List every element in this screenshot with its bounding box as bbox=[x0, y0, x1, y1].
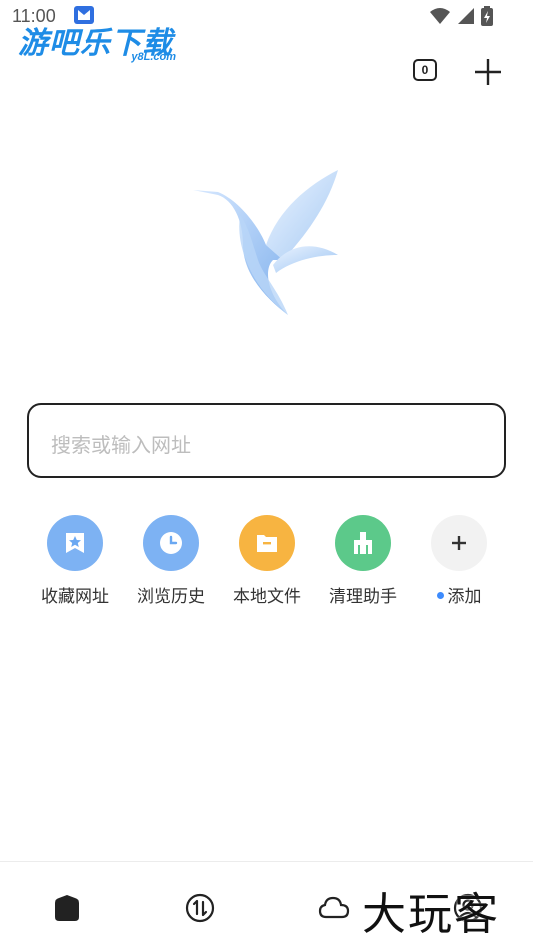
shortcut-label: 浏览历史 bbox=[137, 587, 205, 607]
nav-transfer[interactable] bbox=[182, 890, 218, 926]
nav-cloud[interactable] bbox=[316, 890, 352, 926]
new-tab-button[interactable] bbox=[472, 56, 504, 88]
shortcut-add[interactable]: 添加 bbox=[412, 515, 508, 607]
status-icons bbox=[429, 6, 493, 26]
watermark-logo: 游吧乐下载 y8L.com bbox=[18, 18, 188, 66]
new-indicator-dot bbox=[436, 591, 444, 599]
shortcut-label: 本地文件 bbox=[233, 587, 301, 607]
tab-count-button[interactable]: 0 bbox=[413, 59, 437, 81]
signal-icon bbox=[458, 8, 474, 24]
plus-icon bbox=[475, 59, 501, 85]
shortcut-history[interactable]: 浏览历史 bbox=[124, 515, 220, 607]
broom-icon bbox=[335, 515, 391, 571]
watermark-logo-sub: y8L.com bbox=[131, 51, 176, 63]
wifi-icon bbox=[430, 8, 450, 24]
transfer-icon bbox=[185, 893, 215, 923]
watermark-text: 大玩客 bbox=[362, 889, 500, 940]
folder-icon bbox=[239, 515, 295, 571]
shortcut-label: 收藏网址 bbox=[41, 587, 109, 607]
bird-logo-icon bbox=[188, 165, 348, 325]
shortcut-local-files[interactable]: 本地文件 bbox=[220, 515, 316, 607]
clock-icon bbox=[143, 515, 199, 571]
shortcut-grid: 收藏网址 浏览历史 本地文件 清理助手 添加 bbox=[28, 515, 508, 607]
cloud-icon bbox=[318, 896, 350, 919]
shortcut-bookmarks[interactable]: 收藏网址 bbox=[28, 515, 124, 607]
shortcut-add-label: 添加 bbox=[447, 587, 482, 607]
home-icon bbox=[55, 895, 79, 921]
search-input[interactable]: 搜索或输入网址 bbox=[27, 403, 506, 478]
shortcut-label: 清理助手 bbox=[329, 587, 397, 607]
plus-icon bbox=[431, 515, 487, 571]
bookmark-star-icon bbox=[47, 515, 103, 571]
battery-icon bbox=[481, 6, 493, 26]
shortcut-label: 添加 bbox=[412, 582, 506, 607]
shortcut-cleaner[interactable]: 清理助手 bbox=[316, 515, 412, 607]
search-placeholder: 搜索或输入网址 bbox=[51, 433, 191, 457]
nav-home[interactable] bbox=[49, 890, 85, 926]
